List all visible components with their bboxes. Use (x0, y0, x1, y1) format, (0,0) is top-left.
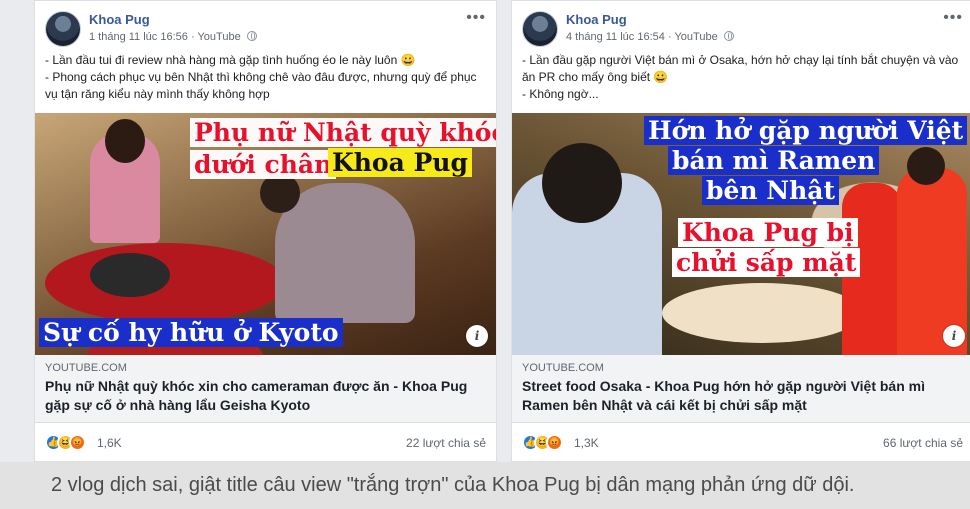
angry-reaction-icon: 😡 (546, 434, 563, 451)
link-title[interactable]: Street food Osaka - Khoa Pug hớn hở gặp … (522, 377, 963, 415)
avatar[interactable] (522, 11, 558, 47)
post-text-line: - Không ngờ... (522, 87, 599, 101)
link-title[interactable]: Phụ nữ Nhật quỳ khóc xin cho cameraman đ… (45, 377, 486, 415)
angry-reaction-icon: 😡 (69, 434, 86, 451)
author-name[interactable]: Khoa Pug (566, 12, 627, 27)
thumbnail-caption: Sự cố hy hữu ở Kyoto (39, 318, 343, 347)
post-timestamp[interactable]: 4 tháng 11 lúc 16:54 (566, 31, 665, 43)
feed-area: Khoa Pug 1 tháng 11 lúc 16:56 · YouTube … (0, 0, 970, 462)
info-icon[interactable]: i (943, 325, 965, 347)
link-domain: YOUTUBE.COM (522, 362, 604, 374)
post-footer: 👍 😆 😡 1,3K 66 lượt chia sẻ (522, 431, 963, 455)
post-timestamp[interactable]: 1 tháng 11 lúc 16:56 (89, 31, 188, 43)
facebook-post: Khoa Pug 1 tháng 11 lúc 16:56 · YouTube … (34, 0, 497, 462)
reaction-count[interactable]: 1,3K (574, 436, 599, 450)
post-source: YouTube (674, 31, 718, 43)
post-source: YouTube (197, 31, 241, 43)
info-icon[interactable]: i (466, 325, 488, 347)
post-text: - Lần đầu tui đi review nhà hàng mà gặp … (45, 52, 486, 103)
facebook-post: Khoa Pug 4 tháng 11 lúc 16:54 · YouTube … (511, 0, 970, 462)
link-preview[interactable]: YOUTUBE.COM Phụ nữ Nhật quỳ khóc xin cho… (35, 355, 496, 423)
link-preview[interactable]: YOUTUBE.COM Street food Osaka - Khoa Pug… (512, 355, 970, 423)
thumbnail-caption: Hớn hở gặp người Việt (644, 116, 968, 145)
post-text-line: - Phong cách phục vụ bên Nhật thì không … (45, 70, 477, 101)
hotpot (90, 253, 170, 297)
thumbnail-caption: dưới chân (190, 150, 337, 179)
post-meta: 1 tháng 11 lúc 16:56 · YouTube (89, 31, 257, 43)
vendor-figure (907, 147, 945, 185)
post-text: - Lần đầu gặp người Việt bán mì ở Osaka,… (522, 52, 963, 103)
video-thumbnail[interactable]: Hớn hở gặp người Việt bán mì Ramen bên N… (512, 113, 970, 355)
video-thumbnail[interactable]: Phụ nữ Nhật quỳ khóc dưới chân Khoa Pug … (35, 113, 496, 355)
thumbnail-caption: bán mì Ramen (668, 146, 880, 175)
post-header: Khoa Pug 1 tháng 11 lúc 16:56 · YouTube … (45, 9, 486, 49)
more-dots-icon[interactable]: ••• (943, 9, 963, 27)
thumbnail-caption: bên Nhật (702, 176, 840, 205)
post-meta: 4 tháng 11 lúc 16:54 · YouTube (566, 31, 734, 43)
thumbnail-caption: Khoa Pug (328, 148, 472, 177)
post-text-line: - Lần đầu gặp người Việt bán mì ở Osaka,… (522, 53, 959, 84)
thumbnail-caption: Phụ nữ Nhật quỳ khóc (190, 118, 496, 147)
globe-icon (723, 31, 734, 41)
thumbnail-caption: chửi sấp mặt (672, 248, 861, 277)
reaction-count[interactable]: 1,6K (97, 436, 122, 450)
avatar[interactable] (45, 11, 81, 47)
thumbnail-caption: Khoa Pug bị (678, 218, 858, 247)
image-caption: 2 vlog dịch sai, giật title câu view "tr… (0, 462, 970, 509)
link-domain: YOUTUBE.COM (45, 362, 127, 374)
kneeling-woman (260, 173, 300, 213)
post-header: Khoa Pug 4 tháng 11 lúc 16:54 · YouTube … (522, 9, 963, 49)
post-footer: 👍 😆 😡 1,6K 22 lượt chia sẻ (45, 431, 486, 455)
person-figure (105, 119, 145, 163)
share-count[interactable]: 66 lượt chia sẻ (883, 436, 963, 450)
author-name[interactable]: Khoa Pug (89, 12, 150, 27)
globe-icon (246, 31, 257, 41)
more-dots-icon[interactable]: ••• (466, 9, 486, 27)
share-count[interactable]: 22 lượt chia sẻ (406, 436, 486, 450)
person-figure (542, 143, 622, 223)
ramen-bowls (662, 283, 862, 343)
post-text-line: - Lần đầu tui đi review nhà hàng mà gặp … (45, 53, 416, 67)
